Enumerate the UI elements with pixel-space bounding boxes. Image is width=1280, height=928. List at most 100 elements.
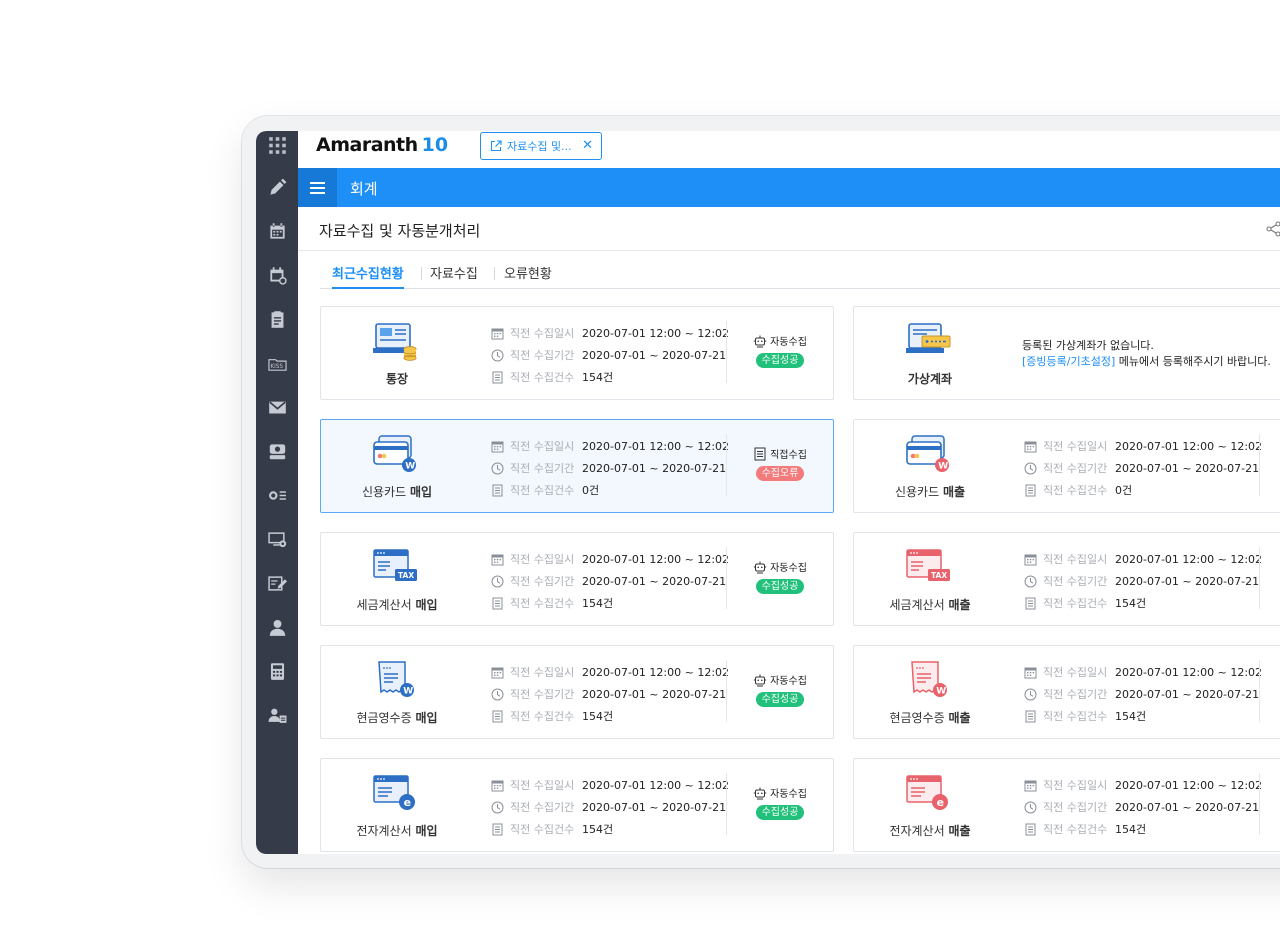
robot-icon	[753, 560, 767, 574]
detail-row-count: 직전 수집건수 154건	[1024, 705, 1262, 727]
calendar-icon	[1024, 666, 1037, 679]
tab-error-status[interactable]: 오류현황	[504, 263, 552, 289]
divider	[726, 434, 727, 496]
card-e-invoice-purchase[interactable]: e 전자계산서 매입 직전 수집일시 2020-07-01 12:00 ~ 12:02…	[320, 758, 834, 852]
clock-icon	[491, 349, 504, 362]
detail-row-date: 직전 수집일시 2020-07-01 12:00 ~ 12:02	[491, 661, 729, 683]
main-content: Amaranth 10 자료수집 및... ✕ 회계 자료수집 및 자동분개처리 …	[298, 131, 1280, 854]
divider	[726, 321, 727, 383]
detail-value: 2020-07-01 12:00 ~ 12:02	[582, 778, 730, 792]
status-badge: 수집오류	[755, 466, 805, 481]
person-icon[interactable]	[256, 613, 298, 641]
clock-icon	[491, 575, 504, 588]
card-tax-invoice-sales[interactable]: TAX 세금계산서 매출 직전 수집일시 2020-07-01 12:00 ~ 12:…	[853, 532, 1280, 626]
card-details: 직전 수집일시 2020-07-01 12:00 ~ 12:02 직전 수집기간 20…	[491, 661, 729, 727]
edit-doc-icon[interactable]	[256, 569, 298, 597]
detail-label: 직전 수집건수	[1043, 597, 1108, 610]
card-tax-invoice-purchase[interactable]: TAX 세금계산서 매입 직전 수집일시 2020-07-01 12:00 ~ 12:…	[320, 532, 834, 626]
detail-value: 2020-07-01 ~ 2020-07-21	[582, 461, 727, 475]
card-cash-receipt-purchase[interactable]: W 현금영수증 매입 직전 수집일시 2020-07-01 12:00 ~ 12:02…	[320, 645, 834, 739]
detail-value: 154건	[582, 371, 614, 384]
open-tab-chip[interactable]: 자료수집 및... ✕	[480, 132, 602, 160]
detail-value: 2020-07-01 ~ 2020-07-21	[1115, 800, 1260, 814]
document-icon	[1024, 710, 1037, 723]
settings-link[interactable]: [증빙등록/기초설정]	[1022, 355, 1115, 368]
detail-value: 2020-07-01 ~ 2020-07-21	[582, 348, 727, 362]
close-icon[interactable]: ✕	[582, 139, 593, 153]
detail-row-date: 직전 수집일시 2020-07-01 12:00 ~ 12:02	[491, 322, 729, 344]
calendar-clock-icon[interactable]	[256, 261, 298, 289]
mail-icon[interactable]	[256, 393, 298, 421]
detail-label: 직전 수집일시	[510, 666, 575, 679]
detail-row-period: 직전 수집기간 2020-07-01 ~ 2020-07-21	[1024, 570, 1262, 592]
document-icon	[1024, 484, 1037, 497]
app-logo[interactable]: Amaranth 10	[316, 134, 448, 164]
person-card-icon[interactable]	[256, 701, 298, 729]
detail-label: 직전 수집일시	[510, 327, 575, 340]
module-bar: 회계	[298, 168, 1280, 207]
detail-label: 직전 수집일시	[1043, 666, 1108, 679]
detail-value: 2020-07-01 12:00 ~ 12:02	[1115, 778, 1263, 792]
detail-row-date: 직전 수집일시 2020-07-01 12:00 ~ 12:02	[491, 435, 729, 457]
card-credit-card-sales[interactable]: W 신용카드 매출 직전 수집일시 2020-07-01 12:00 ~ 12:02 직…	[853, 419, 1280, 513]
monitor-settings-icon[interactable]	[256, 525, 298, 553]
clipboard-icon[interactable]	[256, 305, 298, 333]
detail-row-period: 직전 수집기간 2020-07-01 ~ 2020-07-21	[491, 570, 729, 592]
robot-icon	[753, 334, 767, 348]
hamburger-menu-button[interactable]	[298, 168, 337, 207]
calendar-icon	[1024, 779, 1037, 792]
document-icon	[491, 484, 504, 497]
svg-text:KISS: KISS	[270, 364, 283, 370]
toggle-list-icon[interactable]	[256, 481, 298, 509]
divider	[1259, 660, 1260, 722]
calendar-icon	[491, 440, 504, 453]
svg-text:TAX: TAX	[931, 571, 947, 580]
empty-message: 등록된 가상계좌가 없습니다. [증빙등록/기초설정] 메뉴에서 등록해주시기 바…	[1022, 339, 1271, 368]
e-invoice-sales-icon: e	[906, 773, 952, 815]
cash-receipt-sales-icon: W	[906, 660, 952, 702]
divider	[1259, 547, 1260, 609]
detail-value: 2020-07-01 ~ 2020-07-21	[582, 574, 727, 588]
detail-row-count: 직전 수집건수 154건	[491, 818, 729, 840]
e-invoice-purchase-icon: e	[373, 773, 419, 815]
tab-data-collection[interactable]: 자료수집	[430, 263, 478, 289]
kiss-folder-icon[interactable]: KISS	[256, 349, 298, 377]
pen-icon[interactable]	[256, 173, 298, 201]
page-title: 자료수집 및 자동분개처리	[319, 222, 481, 240]
tax-invoice-purchase-icon: TAX	[373, 547, 419, 589]
calculator-icon[interactable]	[256, 657, 298, 685]
card-cash-receipt-sales[interactable]: W 현금영수증 매출 직전 수집일시 2020-07-01 12:00 ~ 12:02…	[853, 645, 1280, 739]
card-bank[interactable]: 통장 직전 수집일시 2020-07-01 12:00 ~ 12:02 직전 수집기간…	[320, 306, 834, 400]
detail-label: 직전 수집기간	[1043, 575, 1108, 588]
detail-value: 154건	[1115, 597, 1147, 610]
apps-grid-icon[interactable]	[256, 131, 298, 159]
share-icon[interactable]	[1266, 221, 1280, 237]
collection-type: 직접수집	[753, 446, 807, 461]
detail-value: 2020-07-01 12:00 ~ 12:02	[1115, 439, 1263, 453]
sidebar: KISS	[256, 131, 298, 854]
clock-icon	[1024, 801, 1037, 814]
detail-row-count: 직전 수집건수 154건	[491, 705, 729, 727]
card-e-invoice-sales[interactable]: e 전자계산서 매출 직전 수집일시 2020-07-01 12:00 ~ 12:02…	[853, 758, 1280, 852]
detail-row-count: 직전 수집건수 154건	[1024, 592, 1262, 614]
card-virtual-account[interactable]: 가상계좌 등록된 가상계좌가 없습니다. [증빙등록/기초설정] 메뉴에서 등록해주…	[853, 306, 1280, 400]
card-credit-card-purchase[interactable]: W 신용카드 매입 직전 수집일시 2020-07-01 12:00 ~ 12:02 직…	[320, 419, 834, 513]
tax-invoice-sales-icon: TAX	[906, 547, 952, 589]
detail-row-date: 직전 수집일시 2020-07-01 12:00 ~ 12:02	[1024, 435, 1262, 457]
credit-card-purchase-icon: W	[373, 434, 419, 476]
drive-icon[interactable]	[256, 437, 298, 465]
detail-row-date: 직전 수집일시 2020-07-01 12:00 ~ 12:02	[1024, 661, 1262, 683]
detail-row-count: 직전 수집건수 154건	[491, 592, 729, 614]
calendar-icon	[491, 666, 504, 679]
app-screen: KISS Amaranth 10 자료수집 및... ✕ 회계 자료수집 및 자…	[256, 131, 1280, 854]
page-header: 자료수집 및 자동분개처리	[298, 207, 1280, 251]
collection-type: 자동수집	[753, 672, 807, 687]
logo-number: 10	[421, 134, 449, 156]
svg-text:e: e	[937, 796, 944, 809]
calendar-icon	[491, 779, 504, 792]
collection-status: 직접수집수집오류	[753, 446, 807, 481]
detail-label: 직전 수집기간	[1043, 688, 1108, 701]
tab-recent-status[interactable]: 최근수집현황	[332, 263, 404, 289]
calendar-icon[interactable]	[256, 217, 298, 245]
collection-type: 자동수집	[753, 785, 807, 800]
